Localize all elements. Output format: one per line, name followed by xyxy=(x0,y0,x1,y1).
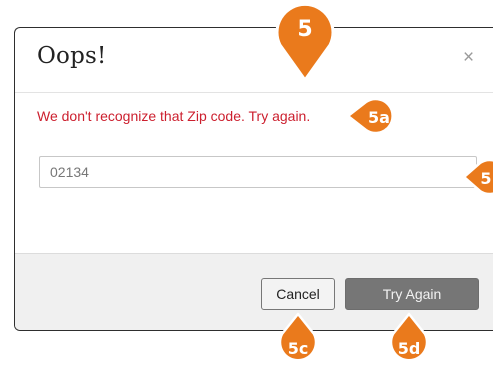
callout-label-main: 5 xyxy=(297,17,312,42)
dialog-header: Oops! × xyxy=(15,28,493,93)
callout-label-cancel: 5c xyxy=(288,339,309,358)
callout-badge-main: 5 xyxy=(275,2,335,82)
callout-badge-error: 5a xyxy=(346,97,394,135)
zip-code-input[interactable] xyxy=(39,156,477,188)
close-icon[interactable]: × xyxy=(463,48,474,67)
try-again-button[interactable]: Try Again xyxy=(345,278,479,310)
cancel-button[interactable]: Cancel xyxy=(261,278,335,310)
oops-dialog: Oops! × We don't recognize that Zip code… xyxy=(14,27,493,331)
callout-badge-input: 5 xyxy=(462,158,493,196)
callout-label-try-again: 5d xyxy=(398,339,421,358)
error-message: We don't recognize that Zip code. Try ag… xyxy=(37,108,311,124)
callout-badge-try-again: 5d xyxy=(389,312,429,362)
callout-label-input: 5 xyxy=(480,169,491,188)
callout-badge-cancel: 5c xyxy=(278,312,318,362)
dialog-title: Oops! xyxy=(37,43,107,69)
callout-label-error: 5a xyxy=(368,108,390,127)
